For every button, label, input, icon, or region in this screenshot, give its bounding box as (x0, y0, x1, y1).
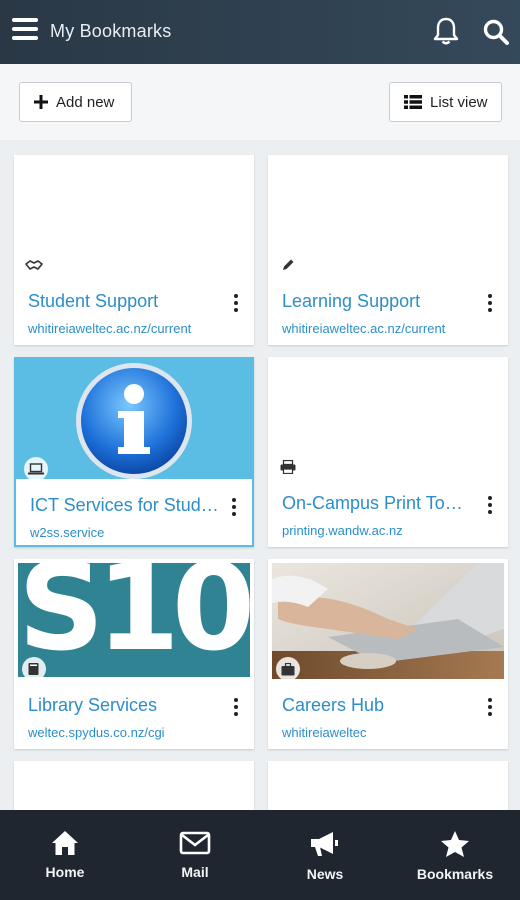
bottom-navigation: Home Mail News Bookmarks (0, 810, 520, 900)
page-title: My Bookmarks (50, 21, 172, 41)
laptop-icon (24, 457, 48, 481)
home-icon (52, 831, 78, 855)
mail-icon (179, 831, 211, 855)
star-icon (441, 831, 469, 857)
add-new-label: Add new (56, 93, 115, 111)
bookmark-url: whitireiaweltec.ac.nz/current (28, 321, 192, 336)
menu-icon[interactable] (12, 18, 38, 46)
list-view-button[interactable]: List view (389, 82, 502, 122)
bookmark-title[interactable]: On-Campus Print To… (282, 493, 477, 514)
bookmark-title[interactable]: Library Services (28, 695, 223, 716)
list-view-label: List view (430, 93, 488, 111)
bookmark-card[interactable]: ICT Services for Stud… w2ss.service (14, 357, 254, 547)
nav-news[interactable]: News (260, 810, 390, 900)
pencil-icon (276, 253, 300, 277)
bookmark-card[interactable]: Learning Support whitireiaweltec.ac.nz/c… (268, 155, 508, 345)
bookmark-url: weltec.spydus.co.nz/cgi (28, 725, 165, 740)
bookmark-url: w2ss.service (30, 525, 105, 540)
nav-bookmarks[interactable]: Bookmarks (390, 810, 520, 900)
more-options-icon[interactable] (484, 293, 496, 313)
more-options-icon[interactable] (484, 495, 496, 515)
info-icon (76, 363, 192, 479)
card-thumbnail (14, 155, 254, 275)
bookmark-url: printing.wandw.ac.nz (282, 523, 403, 538)
bookmark-title[interactable]: Student Support (28, 291, 223, 312)
bookmark-title[interactable]: Careers Hub (282, 695, 477, 716)
bookmark-url: whitireiaweltec.ac.nz/current (282, 321, 446, 336)
nav-news-label: News (306, 866, 344, 882)
toolbar: Add new List view (0, 64, 520, 140)
card-thumbnail (268, 357, 508, 477)
plus-icon (34, 95, 48, 109)
app-header: My Bookmarks (0, 0, 520, 64)
more-options-icon[interactable] (228, 497, 240, 517)
megaphone-icon (311, 832, 338, 856)
more-options-icon[interactable] (230, 293, 242, 313)
nav-bookmarks-label: Bookmarks (416, 866, 494, 882)
bookmark-title[interactable]: ICT Services for Stud… (30, 495, 225, 516)
library-logo-thumbnail: S10 (14, 559, 254, 679)
info-thumbnail (16, 359, 252, 479)
more-options-icon[interactable] (484, 697, 496, 717)
bookmark-card[interactable]: S10 Library Services weltec.spydus.co.nz… (14, 559, 254, 749)
bookmark-url: whitireiaweltec (282, 725, 367, 740)
bookmark-title[interactable]: Learning Support (282, 291, 477, 312)
printer-icon (276, 455, 300, 479)
notifications-bell-icon[interactable] (432, 16, 460, 46)
bookmark-card[interactable]: Student Support whitireiaweltec.ac.nz/cu… (14, 155, 254, 345)
nav-mail[interactable]: Mail (130, 810, 260, 900)
book-icon (22, 657, 46, 681)
bookmark-card[interactable]: Careers Hub whitireiaweltec (268, 559, 508, 749)
card-thumbnail (268, 155, 508, 275)
briefcase-icon (276, 657, 300, 681)
search-icon[interactable] (482, 18, 510, 46)
laptop-photo-thumbnail (268, 559, 508, 679)
nav-home-label: Home (45, 864, 85, 880)
nav-mail-label: Mail (181, 864, 209, 880)
bookmark-card[interactable]: On-Campus Print To… printing.wandw.ac.nz (268, 357, 508, 547)
library-logo-text: S10 (18, 563, 250, 677)
add-new-button[interactable]: Add new (19, 82, 132, 122)
nav-home[interactable]: Home (0, 810, 130, 900)
handshake-icon (22, 253, 46, 277)
more-options-icon[interactable] (230, 697, 242, 717)
list-icon (404, 95, 422, 109)
